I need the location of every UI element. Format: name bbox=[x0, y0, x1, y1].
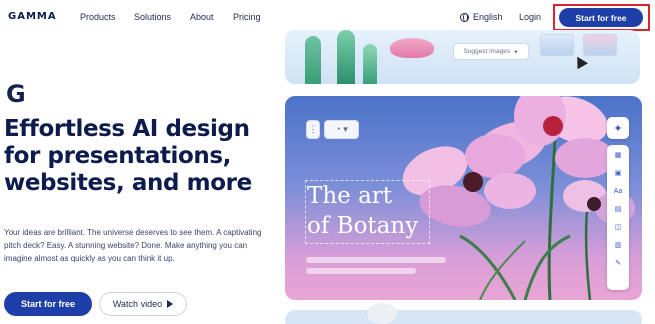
slide-title-line-1: The art bbox=[307, 183, 393, 209]
image-thumbnail[interactable] bbox=[583, 34, 617, 56]
headline-line-1: Effortless AI design bbox=[4, 116, 250, 142]
plant-stalk bbox=[363, 44, 377, 84]
placeholder-text-line bbox=[306, 257, 446, 263]
headline-line-3: websites, and more bbox=[4, 170, 252, 196]
text-icon[interactable]: Aa bbox=[613, 187, 623, 197]
language-selector[interactable]: English bbox=[460, 12, 503, 22]
login-link[interactable]: Login bbox=[519, 12, 541, 22]
layout-icon: ◔ ▾ bbox=[335, 124, 348, 134]
nav-about[interactable]: About bbox=[190, 12, 214, 22]
gamma-g-icon: G bbox=[6, 80, 26, 108]
image-thumbnail[interactable] bbox=[540, 34, 574, 56]
placeholder-text-line bbox=[306, 268, 416, 274]
gamma-logo[interactable]: GAMMA bbox=[8, 11, 57, 22]
nav-products[interactable]: Products bbox=[80, 12, 116, 22]
nav-solutions[interactable]: Solutions bbox=[134, 12, 171, 22]
sparkle-icon[interactable]: ✦ bbox=[607, 117, 629, 139]
plant-stalk bbox=[337, 30, 355, 84]
side-toolbar: ▦ ▣ Aa ▤ ◫ ▥ ✎ bbox=[607, 145, 629, 290]
suggest-images-chip[interactable]: Suggest images ✦ bbox=[453, 43, 529, 60]
image-icon[interactable]: ▣ bbox=[613, 169, 623, 179]
photo-icon[interactable]: ▤ bbox=[613, 205, 623, 215]
globe-icon bbox=[460, 12, 469, 22]
watch-video-label: Watch video bbox=[112, 299, 163, 309]
drag-handle[interactable]: ⋮ bbox=[306, 120, 320, 139]
suggest-images-label: Suggest images bbox=[463, 48, 511, 55]
watch-video-button[interactable]: Watch video bbox=[99, 292, 187, 316]
play-icon bbox=[167, 300, 174, 308]
pink-flower bbox=[390, 38, 434, 58]
embed-icon[interactable]: ◫ bbox=[613, 223, 623, 233]
flower-bud bbox=[367, 303, 397, 324]
layout-menu-button[interactable]: ◔ ▾ bbox=[324, 120, 359, 139]
headline-line-2: for presentations, bbox=[4, 143, 232, 169]
slide-title[interactable]: The art of Botany bbox=[305, 180, 430, 244]
sparkle-icon: ✦ bbox=[513, 48, 519, 56]
nav-pricing[interactable]: Pricing bbox=[233, 12, 261, 22]
layout-icon[interactable]: ▦ bbox=[613, 151, 623, 161]
plant-stalk bbox=[305, 36, 321, 84]
language-label: English bbox=[473, 12, 503, 22]
slide-title-line-2: of Botany bbox=[307, 213, 419, 239]
start-for-free-nav-button[interactable]: Start for free bbox=[559, 8, 643, 27]
table-icon[interactable]: ▥ bbox=[613, 241, 623, 251]
hero-headline: Effortless AI design for presentations, … bbox=[4, 116, 284, 197]
start-for-free-button[interactable]: Start for free bbox=[4, 292, 92, 316]
top-nav: GAMMA Products Solutions About Pricing E… bbox=[0, 0, 655, 34]
hero-subtext: Your ideas are brilliant. The universe d… bbox=[4, 228, 262, 263]
edit-icon[interactable]: ✎ bbox=[613, 259, 623, 269]
preview-card-bottom bbox=[285, 310, 642, 324]
page: GAMMA Products Solutions About Pricing E… bbox=[0, 0, 655, 324]
